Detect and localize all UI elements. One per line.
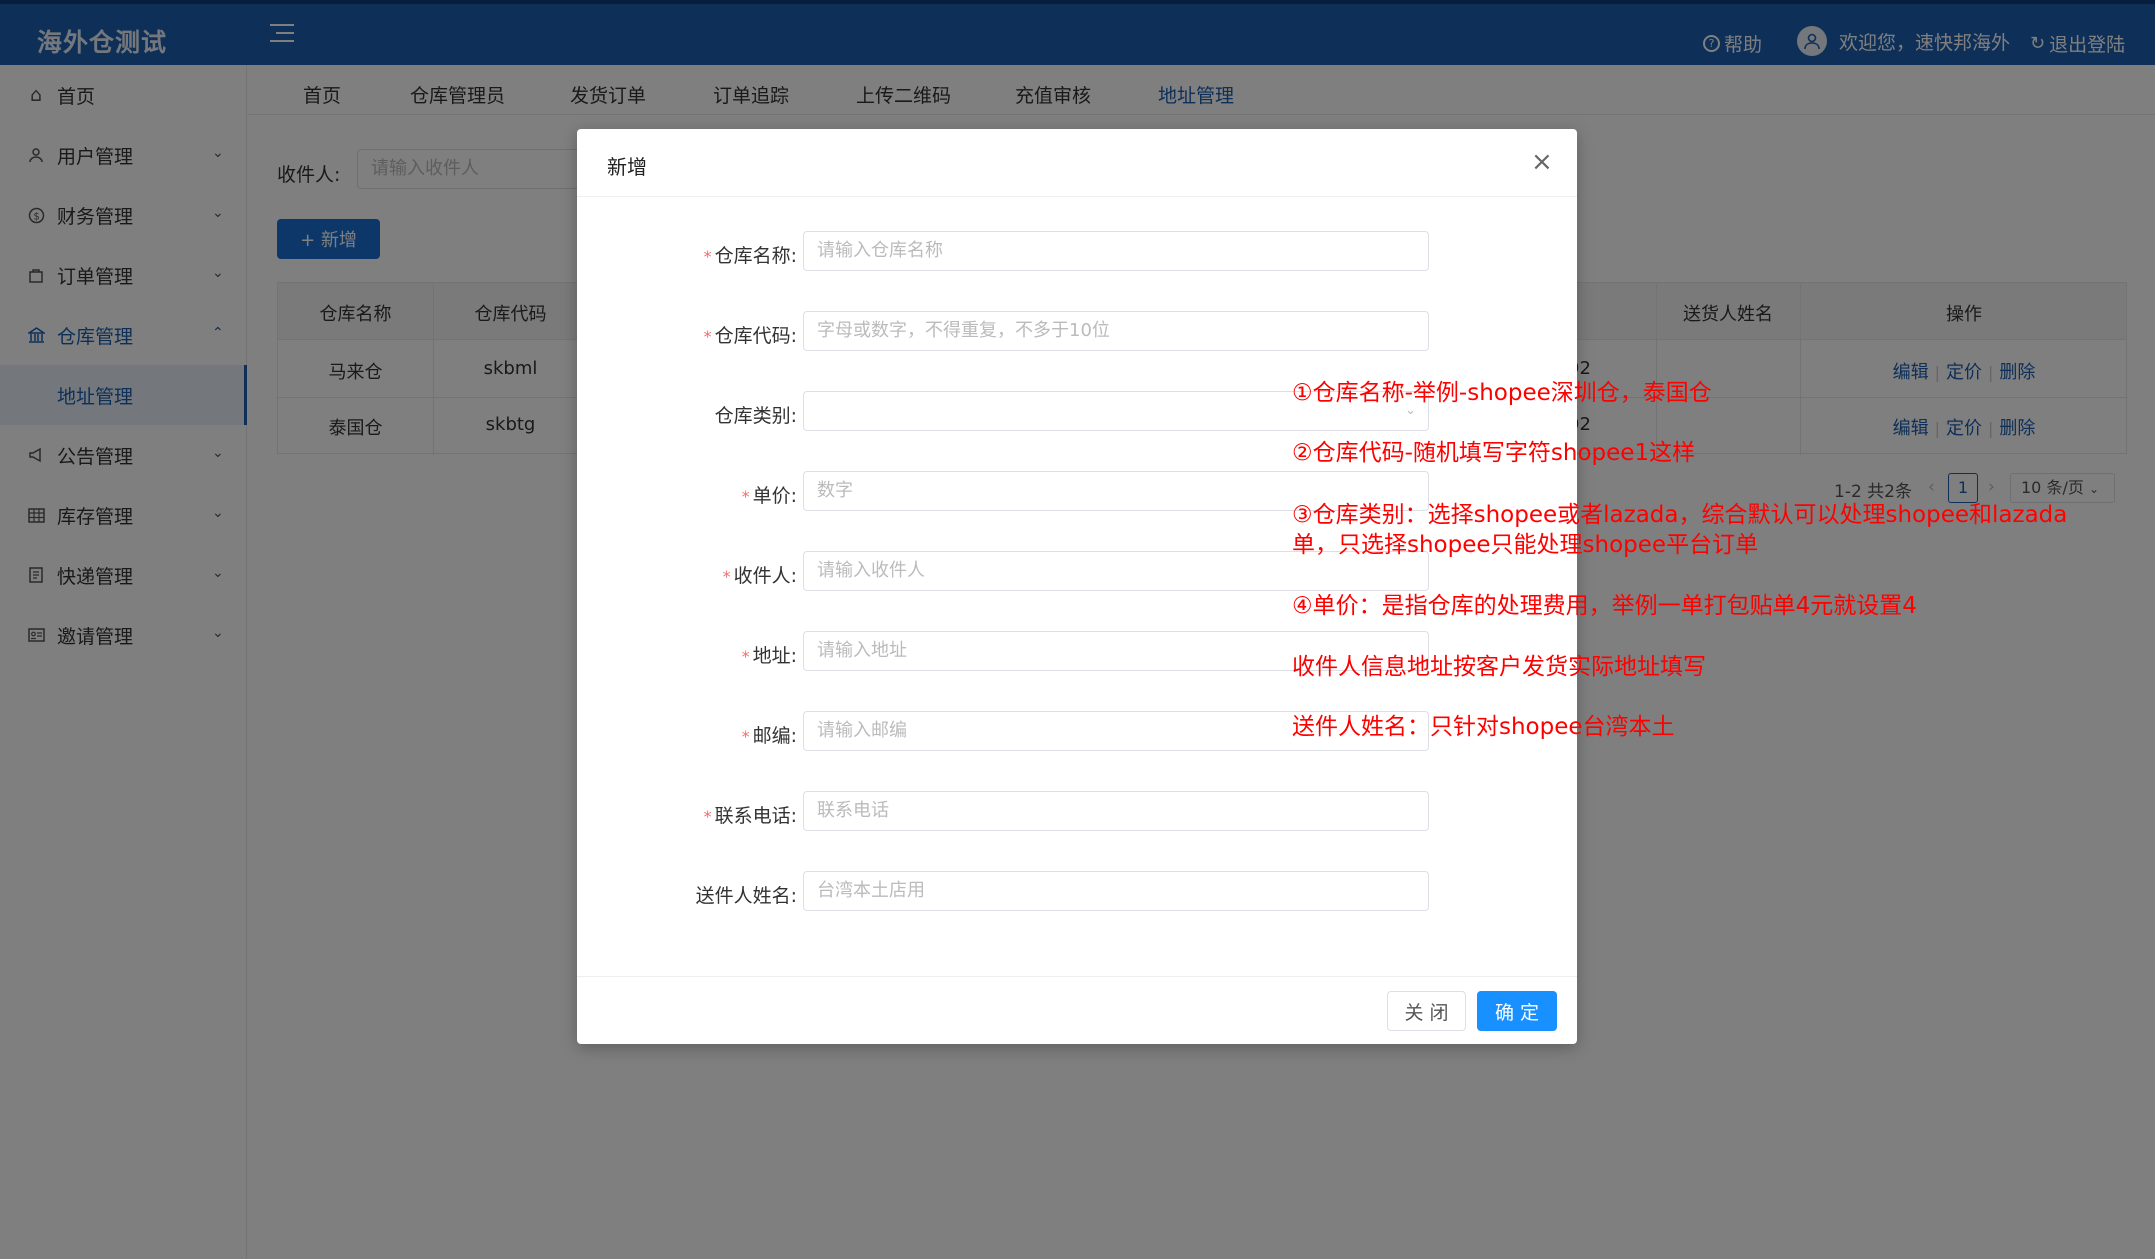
divider: [577, 196, 1577, 197]
field-label-warehouse-name: * 仓库名称:: [703, 245, 797, 267]
annotation-warehouse-name: ①仓库名称-举例-shopee深圳仓，泰国仓: [1292, 380, 1712, 406]
annotation-unit-price: ④单价：是指仓库的处理费用，举例一单打包贴单4元就设置4: [1292, 593, 1917, 619]
divider: [577, 976, 1577, 977]
add-warehouse-dialog: 新增 × * 仓库名称: 请输入仓库名称 * 仓库代码: 字母或数字，不得重复，不多…: [577, 129, 1577, 1044]
sender-name-input[interactable]: 台湾本土店用: [803, 871, 1429, 911]
field-label-phone: * 联系电话:: [703, 805, 797, 827]
dialog-title: 新增: [607, 155, 647, 179]
confirm-button[interactable]: 确 定: [1477, 991, 1557, 1031]
phone-input[interactable]: 联系电话: [803, 791, 1429, 831]
annotation-warehouse-type: ③仓库类别：选择shopee或者lazada，综合默认可以处理shopee和la…: [1292, 502, 2068, 528]
field-label-address: * 地址:: [741, 645, 797, 667]
close-icon[interactable]: ×: [1531, 149, 1553, 175]
warehouse-name-input[interactable]: 请输入仓库名称: [803, 231, 1429, 271]
field-label-unit-price: * 单价:: [741, 485, 797, 507]
field-label-sender-name: 送件人姓名:: [695, 885, 797, 907]
field-label-warehouse-code: * 仓库代码:: [703, 325, 797, 347]
field-label-warehouse-type: 仓库类别:: [714, 405, 797, 427]
close-button[interactable]: 关 闭: [1387, 991, 1466, 1031]
field-label-recipient: * 收件人:: [722, 565, 797, 587]
annotation-sender-name: 送件人姓名：只针对shopee台湾本土: [1292, 714, 1675, 740]
field-label-postcode: * 邮编:: [741, 725, 797, 747]
annotation-warehouse-type-cont: 单，只选择shopee只能处理shopee平台订单: [1292, 532, 1759, 558]
annotation-warehouse-code: ②仓库代码-随机填写字符shopee1这样: [1292, 440, 1696, 466]
warehouse-code-input[interactable]: 字母或数字，不得重复，不多于10位: [803, 311, 1429, 351]
annotation-recipient: 收件人信息地址按客户发货实际地址填写: [1292, 654, 1706, 680]
